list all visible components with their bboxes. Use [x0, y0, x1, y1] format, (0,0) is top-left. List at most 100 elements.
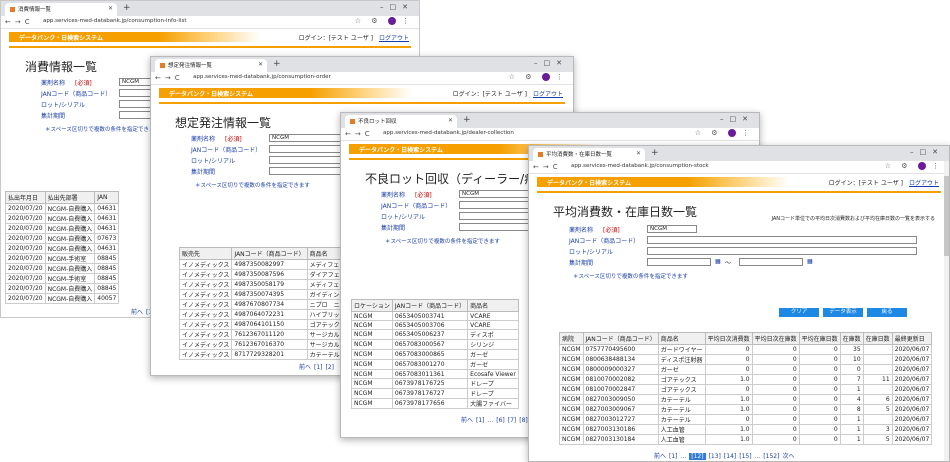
table-row[interactable]: 2020/07/20 NCGM-自費購入 40057 — [5, 293, 120, 304]
profile-avatar[interactable] — [541, 73, 550, 81]
table-row[interactable]: NCGM 0800009000327 ガーゼ 0 0 0 0 2020/06/07 — [559, 364, 933, 375]
table-row[interactable]: NCGM 0653405003706 VCARE — [351, 320, 519, 330]
pager-page-link[interactable]: [14] — [724, 453, 736, 460]
nav-buttons[interactable]: ←→C — [345, 130, 374, 138]
table-row[interactable]: NCGM 0827003009067 カテーテル 1.0 0 0 8 5 2020/06/07 — [559, 404, 933, 415]
pager-page-link[interactable]: [1] — [669, 453, 678, 460]
profile-avatar[interactable] — [387, 17, 396, 25]
toolbar-icons[interactable]: ☆ ⚙ ⋮ — [885, 162, 943, 170]
window-controls[interactable]: –□✕ — [534, 59, 568, 67]
table-row[interactable]: NCGM 0810070002847 ゴアテックス 0 0 0 1 2020/06/07 — [559, 384, 933, 395]
column-header[interactable]: 在庫日数 — [862, 332, 893, 345]
table-row[interactable]: 2020/07/20 NCGM-手術室 08845 — [5, 273, 120, 284]
table-row[interactable]: 2020/07/20 NCGM-自費購入 04631 — [5, 243, 120, 254]
pager-prev-link[interactable]: 前へ — [299, 364, 311, 371]
column-header[interactable]: 平均日次消費数 — [704, 332, 753, 345]
table-row[interactable]: NCGM 0673978176725 ドレープ — [351, 378, 519, 389]
table-row[interactable]: NCGM 0657083000567 シリンジ — [351, 339, 519, 350]
logout-link[interactable]: ログアウト — [533, 91, 563, 98]
table-row[interactable]: 2020/07/20 NCGM-自費購入 04631 — [5, 223, 120, 234]
period-to-input[interactable] — [739, 258, 803, 266]
close-icon[interactable]: ✕ — [258, 61, 263, 68]
profile-avatar[interactable] — [727, 129, 736, 137]
calendar-icon[interactable]: ▦ — [807, 258, 813, 265]
url-field[interactable]: app.services-med-databank.jp/dealer-coll… — [383, 130, 514, 136]
column-header[interactable]: 商品名 — [657, 332, 706, 345]
table-row[interactable]: NCGM 0673978176727 ドレープ — [351, 388, 519, 399]
url-field[interactable]: app.services-med-databank.jp/consumption… — [43, 18, 187, 24]
column-header[interactable]: 平均日次在庫数 — [751, 332, 800, 345]
table-row[interactable]: NCGM 0673978177656 大腸ファイバー — [351, 398, 519, 409]
nav-buttons[interactable]: ←→C — [5, 18, 34, 26]
toolbar-icons[interactable]: ☆ ⚙ ⋮ — [355, 17, 413, 25]
window-controls[interactable]: –□✕ — [380, 3, 414, 11]
pager-page-link[interactable]: [8] — [519, 417, 528, 424]
table-row[interactable]: NCGM 0827003012727 カテーテル 0 0 0 1 2020/06/07 — [559, 414, 933, 425]
table-row[interactable]: 2020/07/20 NCGM-自費購入 07673 — [5, 233, 120, 244]
table-row[interactable]: 2020/07/20 NCGM-自費購入 08845 — [5, 283, 120, 294]
profile-avatar[interactable] — [917, 162, 926, 170]
table-row[interactable]: NCGM 0657083001270 ガーゼ — [351, 359, 519, 370]
pager-current-page[interactable]: [12] — [689, 453, 706, 460]
logout-link[interactable]: ログアウト — [909, 180, 939, 187]
clear-button[interactable]: クリア — [779, 308, 819, 317]
table-row[interactable]: NCGM 0757770495600 ガードワイヤー 0 0 0 35 2020/06/07 — [559, 344, 933, 355]
toolbar-icons[interactable]: ☆ ⚙ ⋮ — [509, 73, 567, 81]
url-field[interactable]: app.services-med-databank.jp/consumption… — [571, 163, 709, 169]
logout-link[interactable]: ログアウト — [379, 35, 409, 42]
pager-prev-link[interactable]: 前へ — [131, 309, 143, 316]
browser-tab[interactable]: 不良ロット回収 ✕ — [345, 115, 457, 128]
table-row[interactable]: NCGM 0657083000865 ガーゼ — [351, 349, 519, 360]
table-row[interactable]: NCGM 0657083011361 Ecosafe Viewer — [351, 369, 519, 379]
pager-page-link[interactable]: [2] — [326, 364, 335, 371]
new-tab-button[interactable]: + — [651, 148, 659, 158]
window-controls[interactable]: –□✕ — [910, 148, 944, 156]
column-header[interactable]: JANコード（商品コード） — [231, 247, 308, 260]
jan-input[interactable] — [647, 236, 917, 244]
close-icon[interactable]: ✕ — [108, 5, 113, 12]
column-header[interactable]: 平均在庫日数 — [798, 332, 841, 345]
browser-tab[interactable]: 消費情報一覧 ✕ — [5, 3, 117, 16]
pager-prev-link[interactable]: 前へ — [654, 453, 666, 460]
pager-prev-link[interactable]: 前へ — [461, 417, 473, 424]
column-header[interactable]: 販売先 — [178, 247, 233, 260]
table-row[interactable]: 2020/07/20 NCGM-自費購入 04631 — [5, 213, 120, 224]
new-tab-button[interactable]: + — [273, 59, 281, 69]
column-header[interactable]: 商品名 — [467, 299, 519, 312]
table-row[interactable]: NCGM 0653405006237 ディスポ — [351, 329, 519, 340]
nav-buttons[interactable]: ←→C — [533, 163, 562, 171]
period-from-input[interactable] — [647, 258, 711, 266]
pager-next-link[interactable]: 次へ — [782, 453, 794, 460]
pager-page-link[interactable]: [6] — [496, 417, 505, 424]
new-tab-button[interactable]: + — [463, 115, 471, 125]
column-header[interactable]: JANコード（商品コード） — [582, 332, 659, 345]
browser-tab[interactable]: 想定発注情報一覧 ✕ — [155, 59, 267, 72]
table-row[interactable]: NCGM 0810070002082 ゴアテックス 1.0 0 0 7 11 2020/06/0… — [559, 374, 933, 385]
table-row[interactable]: 2020/07/20 NCGM-自費購入 08845 — [5, 263, 120, 274]
pager-page-link[interactable]: [152] — [763, 453, 779, 460]
column-header[interactable]: 払出年月日 — [5, 191, 46, 204]
url-field[interactable]: app.services-med-databank.jp/consumption… — [193, 74, 331, 80]
pager-page-link[interactable]: [15] — [739, 453, 751, 460]
table-row[interactable]: NCGM 0653405003741 VCARE — [351, 311, 519, 321]
back-button[interactable]: 戻る — [867, 308, 907, 317]
table-row[interactable]: NCGM 0827003130184 人工血管 1.0 0 0 1 5 2020/06/07 — [559, 434, 933, 445]
lot-input[interactable] — [647, 247, 917, 255]
pager-page-link[interactable]: [1] — [476, 417, 485, 424]
column-header[interactable]: ロケーション — [351, 299, 393, 312]
show-data-button[interactable]: データ表示 — [823, 308, 863, 317]
pager-page-link[interactable]: [7] — [508, 417, 517, 424]
column-header[interactable]: 払出先部署 — [44, 191, 96, 204]
close-icon[interactable]: ✕ — [636, 150, 641, 157]
drug-input[interactable]: NCGM — [647, 225, 697, 233]
table-row[interactable]: NCGM 0827003009050 カテーテル 1.0 0 0 4 6 2020/06/07 — [559, 394, 933, 405]
new-tab-button[interactable]: + — [123, 3, 131, 13]
toolbar-icons[interactable]: ☆ ⚙ ⋮ — [695, 129, 753, 137]
column-header[interactable]: 病院 — [559, 332, 584, 345]
close-icon[interactable]: ✕ — [448, 117, 453, 124]
table-row[interactable]: 2020/07/20 NCGM-手術室 08845 — [5, 253, 120, 264]
browser-tab[interactable]: 平均消費数・在庫日数一覧 ✕ — [533, 148, 645, 161]
column-header[interactable]: 最終更新日 — [891, 332, 933, 345]
column-header[interactable]: JAN — [94, 191, 120, 204]
calendar-icon[interactable]: ▦ — [715, 258, 721, 265]
